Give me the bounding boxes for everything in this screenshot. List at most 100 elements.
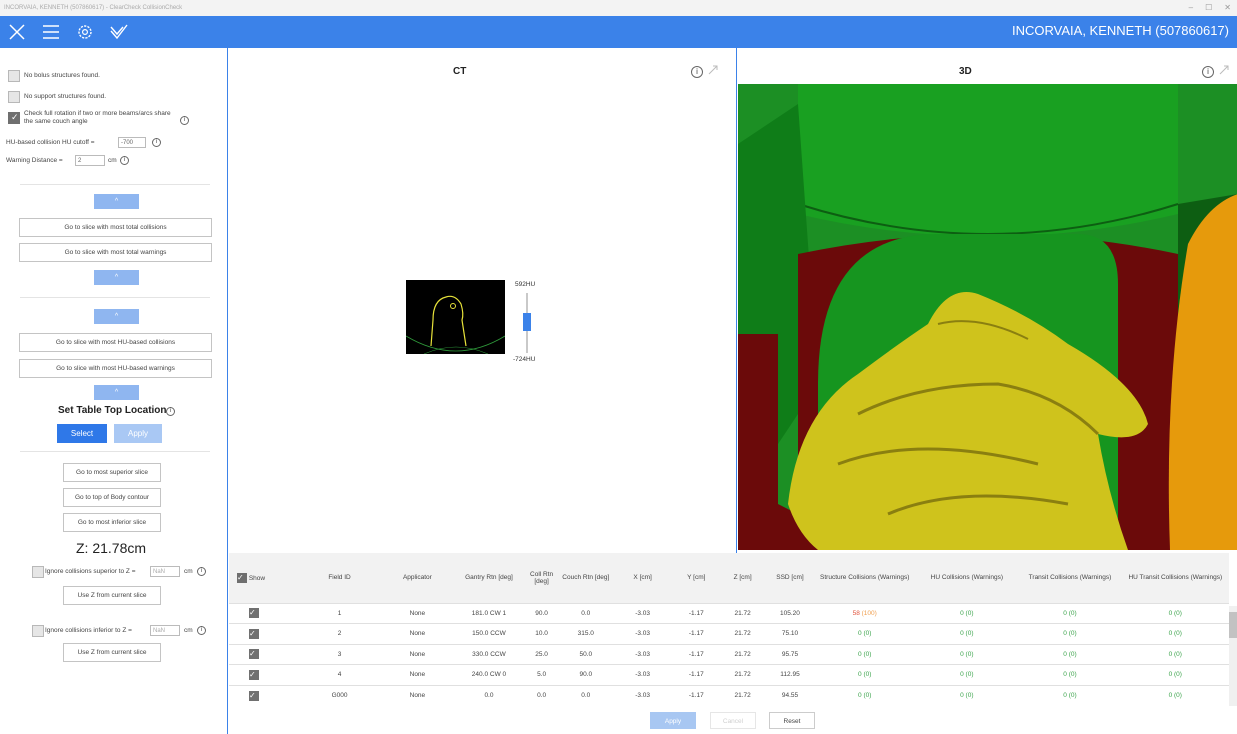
no-support-checkbox[interactable]: [8, 91, 20, 103]
collapse-button[interactable]: ^: [94, 309, 139, 324]
use-z-superior-button[interactable]: Use Z from current slice: [63, 586, 161, 605]
info-icon[interactable]: i: [691, 66, 703, 78]
select-button[interactable]: Select: [57, 424, 107, 443]
ssd-cell: 105.20: [765, 602, 815, 624]
coll-cell: 90.0: [523, 602, 560, 624]
column-show[interactable]: ✓ Show: [229, 553, 299, 603]
menu-button[interactable]: [34, 16, 68, 48]
show-cell[interactable]: ✓: [229, 664, 299, 685]
info-icon[interactable]: i: [180, 116, 189, 125]
collapse-button[interactable]: ^: [94, 270, 139, 285]
window-titlebar: INCORVAIA, KENNETH (507860617) - ClearCh…: [0, 0, 1237, 16]
window-level-handle[interactable]: [523, 313, 531, 331]
coll-cell: 25.0: [523, 643, 560, 665]
collapse-label: ^: [114, 389, 119, 396]
ct-view[interactable]: CT i 592HU -724HU: [229, 48, 734, 553]
goto-total-warnings-button[interactable]: Go to slice with most total warnings: [19, 243, 212, 262]
use-z-inferior-button[interactable]: Use Z from current slice: [63, 643, 161, 662]
column-field-id[interactable]: Field ID: [298, 553, 381, 603]
expand-icon[interactable]: [707, 64, 719, 76]
goto-inferior-button[interactable]: Go to most inferior slice: [63, 513, 161, 532]
show-cell[interactable]: ✓: [229, 623, 299, 644]
apply-tabletop-button[interactable]: Apply: [114, 424, 162, 443]
column-couch[interactable]: Couch Rtn [deg]: [559, 553, 613, 603]
goto-total-collisions-button[interactable]: Go to slice with most total collisions: [19, 218, 212, 237]
info-icon[interactable]: i: [166, 407, 175, 416]
reset-button[interactable]: Reset: [769, 712, 815, 729]
column-hu-collisions[interactable]: HU Collisions (Warnings): [915, 553, 1019, 603]
column-coll[interactable]: Coll Rtn [deg]: [523, 553, 560, 603]
goto-hu-warnings-button[interactable]: Go to slice with most HU-based warnings: [19, 359, 212, 378]
goto-superior-button[interactable]: Go to most superior slice: [63, 463, 161, 482]
apply-button[interactable]: Apply: [650, 712, 696, 729]
ignore-inferior-input[interactable]: NaN: [150, 625, 180, 636]
hu-cutoff-input[interactable]: -700: [118, 137, 146, 148]
grid-scrollbar[interactable]: [1229, 606, 1237, 706]
column-gantry[interactable]: Gantry Rtn [deg]: [454, 553, 524, 603]
ignore-inferior-checkbox[interactable]: [32, 625, 44, 637]
collapse-button[interactable]: ^: [94, 385, 139, 400]
check-rotation-checkbox[interactable]: [8, 112, 20, 124]
show-cell[interactable]: ✓: [229, 602, 299, 624]
column-y[interactable]: Y [cm]: [673, 553, 720, 603]
close-button[interactable]: [0, 16, 34, 48]
view-3d[interactable]: 3D i: [736, 48, 1237, 553]
info-icon[interactable]: i: [197, 567, 206, 576]
row-show-checkbox[interactable]: ✓: [249, 608, 259, 619]
scrollbar-thumb[interactable]: [1229, 612, 1237, 638]
close-window-button[interactable]: ✕: [1224, 3, 1231, 12]
ct-thumbnail[interactable]: [406, 280, 505, 354]
collapse-label: ^: [114, 313, 119, 320]
info-icon[interactable]: i: [1202, 66, 1214, 78]
view-3d-title: 3D: [959, 66, 972, 77]
row-show-checkbox[interactable]: ✓: [249, 669, 259, 680]
field-id-cell: 3: [298, 643, 381, 665]
ignore-superior-input[interactable]: NaN: [150, 566, 180, 577]
field-id-cell: 2: [298, 623, 381, 644]
run-check-button[interactable]: [102, 16, 136, 48]
table-row[interactable]: ✓ 2 None 150.0 CCW 10.0 315.0 -3.03 -1.1…: [229, 623, 1229, 644]
window-title: INCORVAIA, KENNETH (507860617) - ClearCh…: [4, 5, 183, 11]
show-cell[interactable]: ✓: [229, 684, 299, 706]
maximize-button[interactable]: ☐: [1205, 3, 1212, 12]
info-icon[interactable]: i: [197, 626, 206, 635]
cancel-button[interactable]: Cancel: [710, 712, 756, 729]
row-show-checkbox[interactable]: ✓: [249, 649, 259, 660]
column-applicator[interactable]: Applicator: [380, 553, 455, 603]
column-label: Show: [248, 574, 266, 582]
table-row[interactable]: ✓ G000 None 0.0 0.0 0.0 -3.03 -1.17 21.7…: [229, 684, 1229, 706]
table-row[interactable]: ✓ 4 None 240.0 CW 0 5.0 90.0 -3.03 -1.17…: [229, 664, 1229, 685]
column-hu-transit-collisions[interactable]: HU Transit Collisions (Warnings): [1121, 553, 1229, 603]
goto-hu-collisions-button[interactable]: Go to slice with most HU-based collision…: [19, 333, 212, 352]
expand-icon[interactable]: [1218, 64, 1230, 76]
window-controls: – ☐ ✕: [1189, 3, 1231, 12]
no-bolus-checkbox[interactable]: [8, 70, 20, 82]
collision-count: 0: [858, 630, 862, 638]
info-icon[interactable]: i: [152, 138, 161, 147]
goto-top-body-button[interactable]: Go to top of Body contour: [63, 488, 161, 507]
warning-count: (0): [863, 650, 872, 658]
collapse-button[interactable]: ^: [94, 194, 139, 209]
table-row[interactable]: ✓ 1 None 181.0 CW 1 90.0 0.0 -3.03 -1.17…: [229, 602, 1229, 624]
column-transit-collisions[interactable]: Transit Collisions (Warnings): [1018, 553, 1122, 603]
column-x[interactable]: X [cm]: [612, 553, 674, 603]
minimize-button[interactable]: –: [1189, 3, 1193, 12]
hu-cutoff-label: HU-based collision HU cutoff =: [6, 139, 95, 146]
structure-collisions-cell: 0 (0): [814, 623, 916, 644]
row-show-checkbox[interactable]: ✓: [249, 628, 259, 639]
render-3d-scene[interactable]: [738, 84, 1237, 550]
hu-max-label: 592HU: [515, 281, 536, 288]
ignore-superior-checkbox[interactable]: [32, 566, 44, 578]
column-ssd[interactable]: SSD [cm]: [765, 553, 815, 603]
show-all-checkbox[interactable]: ✓: [237, 572, 247, 583]
show-cell[interactable]: ✓: [229, 643, 299, 665]
row-show-checkbox[interactable]: ✓: [249, 690, 259, 701]
column-structure-collisions[interactable]: Structure Collisions (Warnings): [814, 553, 916, 603]
gear-icon: [78, 25, 92, 39]
table-row[interactable]: ✓ 3 None 330.0 CCW 25.0 50.0 -3.03 -1.17…: [229, 643, 1229, 665]
settings-button[interactable]: [68, 16, 102, 48]
ignore-superior-label: Ignore collisions superior to Z =: [45, 568, 136, 575]
info-icon[interactable]: i: [120, 156, 129, 165]
column-z[interactable]: Z [cm]: [719, 553, 766, 603]
warning-distance-input[interactable]: 2: [75, 155, 105, 166]
